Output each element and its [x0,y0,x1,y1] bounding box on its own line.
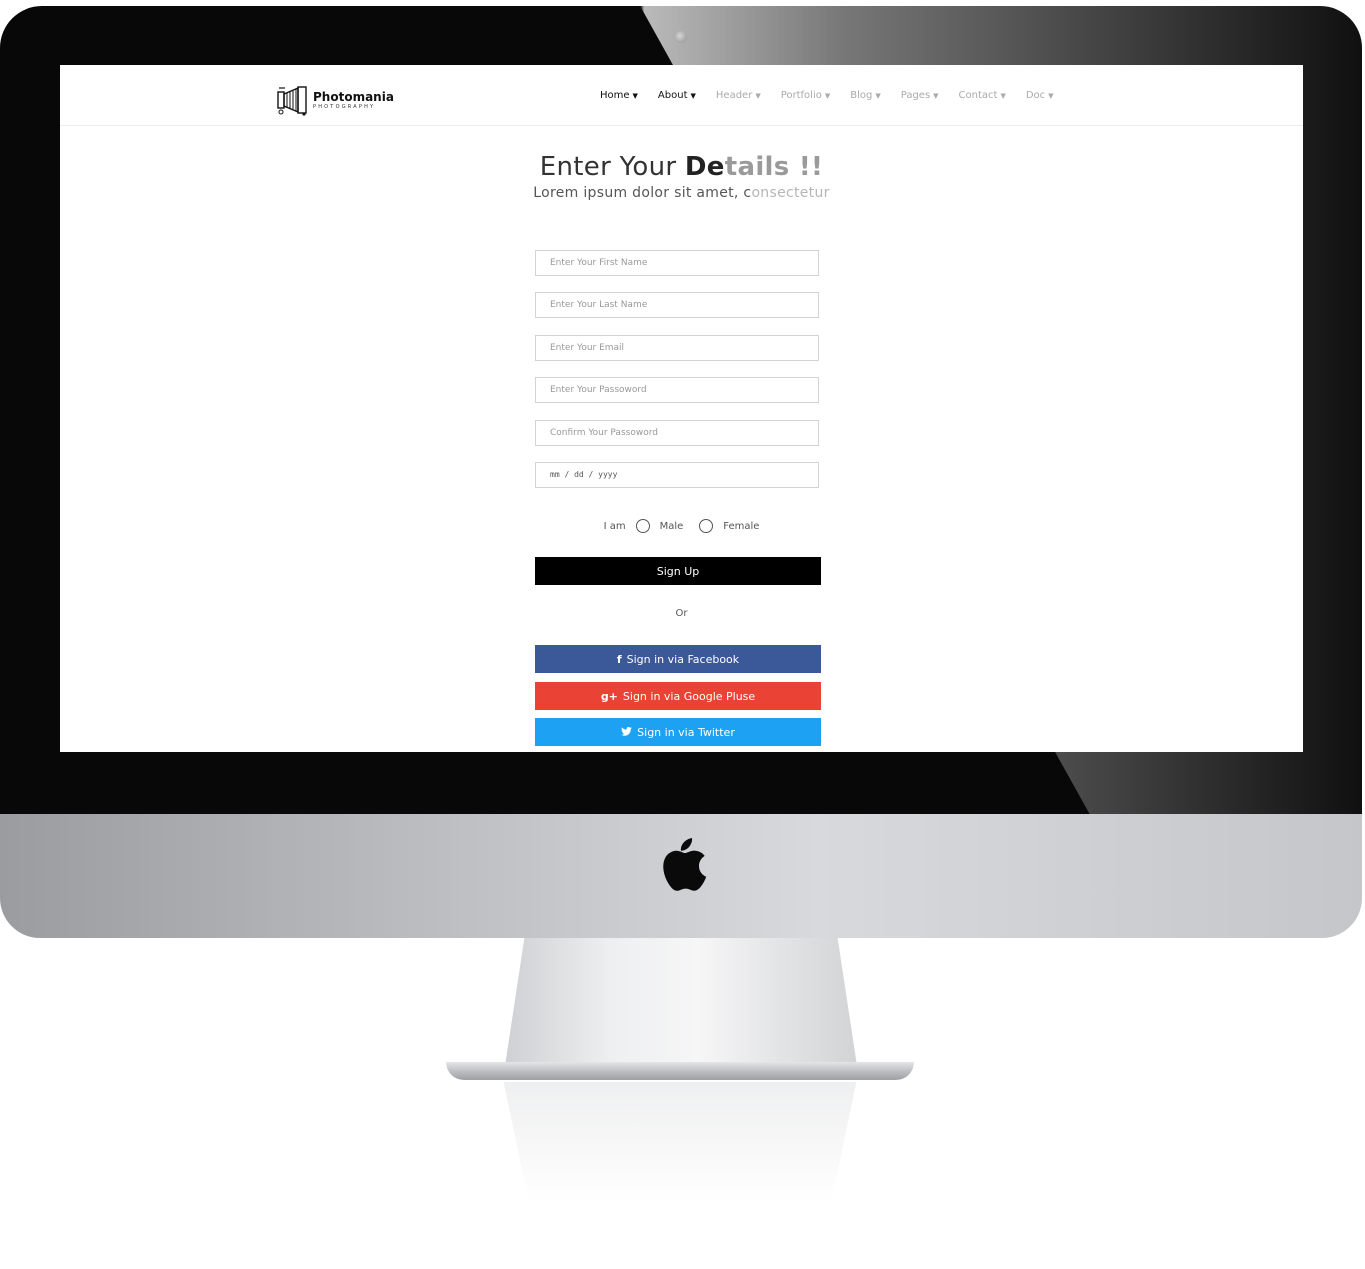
or-separator: Or [675,608,688,619]
caret-down-icon: ▼ [632,91,638,100]
title-bold: De [684,152,725,182]
caret-down-icon: ▼ [824,91,831,100]
nav-doc-label: Doc [1025,90,1046,101]
nav-pages-label: Pages [900,90,931,101]
last-name-field[interactable] [535,292,819,318]
caret-down-icon: ▼ [1000,91,1006,100]
google-plus-icon: g+ [600,689,618,703]
subtitle-text: Lorem ipsum dolor sit amet, c [533,185,752,201]
title-faded: tails !! [724,152,824,182]
male-radio[interactable] [635,519,650,533]
nav-pages[interactable]: Pages ▼ [901,90,939,101]
nav-about[interactable]: About ▼ [658,90,696,101]
caret-down-icon: ▼ [1048,91,1054,100]
brand-name: Photomania [313,89,394,104]
monitor-stand [505,938,857,1066]
male-label[interactable]: Male [660,521,684,532]
confirm-password-field[interactable] [535,420,819,446]
camera-logo-icon [277,86,307,116]
date-of-birth-field[interactable]: mm / dd / yyyy [535,462,819,488]
nav-home-label: Home [600,90,630,101]
nav-home[interactable]: Home ▼ [600,90,638,101]
subtitle-faded: onsectetur [751,185,830,201]
nav-doc[interactable]: Doc ▼ [1026,90,1054,101]
apple-logo-icon [663,838,707,891]
caret-down-icon: ▼ [755,91,761,100]
title-text: Enter Your [539,152,685,182]
caret-down-icon: ▼ [933,91,939,100]
female-radio[interactable] [699,519,714,533]
signup-label: Sign Up [656,564,700,578]
female-label[interactable]: Female [723,521,759,532]
page-subtitle: Lorem ipsum dolor sit amet, consectetur [60,185,1303,201]
brand-tagline: PHOTOGRAPHY [313,103,376,110]
google-signin-button[interactable]: g+ Sign in via Google Pluse [535,682,821,710]
google-label: Sign in via Google Pluse [622,689,756,703]
nav-contact-label: Contact [958,90,998,101]
nav-blog[interactable]: Blog ▼ [850,90,881,101]
gender-label: I am [603,520,626,532]
nav-about-label: About [657,90,688,101]
twitter-label: Sign in via Twitter [637,725,735,739]
nav-portfolio[interactable]: Portfolio ▼ [781,90,831,101]
page-title: Enter Your Details !! [60,152,1303,182]
brand-logo[interactable]: Photomania PHOTOGRAPHY [276,83,394,117]
facebook-signin-button[interactable]: f Sign in via Facebook [535,645,821,673]
facebook-label: Sign in via Facebook [626,652,740,666]
nav-blog-label: Blog [850,90,873,101]
nav-portfolio-label: Portfolio [780,90,822,101]
monitor-foot [446,1062,914,1080]
twitter-signin-button[interactable]: Sign in via Twitter [535,718,821,746]
facebook-icon: f [616,652,622,666]
navbar: Photomania PHOTOGRAPHY Home ▼ About ▼ Head… [60,65,1303,126]
first-name-field[interactable] [535,250,819,276]
caret-down-icon: ▼ [690,91,696,100]
email-field[interactable] [535,335,819,361]
webcam [675,31,687,43]
password-field[interactable] [535,377,819,403]
nav-contact[interactable]: Contact ▼ [959,90,1006,101]
nav-header-label: Header [715,90,753,101]
main-nav: Home ▼ About ▼ Header ▼ Portfolio ▼ Blog ▼ Pa… [600,90,1074,101]
twitter-icon [621,726,633,739]
stand-reflection [503,1082,857,1202]
gender-selector: I am Male Female [60,519,1303,533]
signup-button[interactable]: Sign Up [535,557,821,585]
caret-down-icon: ▼ [875,91,881,100]
screen: Photomania PHOTOGRAPHY Home ▼ About ▼ Head… [60,65,1303,752]
nav-header[interactable]: Header ▼ [716,90,761,101]
